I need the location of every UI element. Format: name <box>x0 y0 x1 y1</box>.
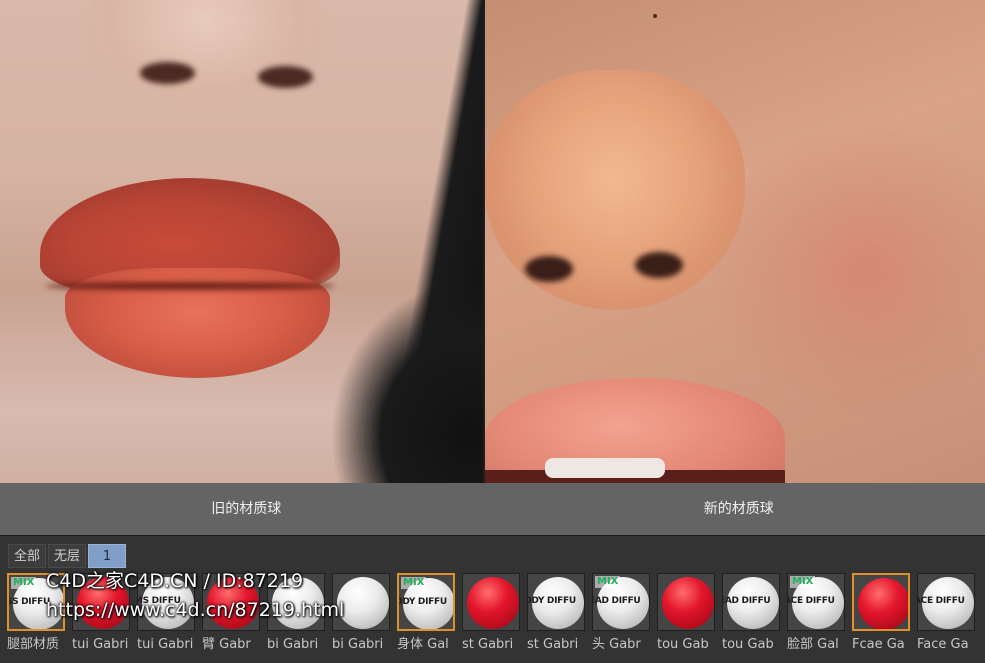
render-nostril <box>258 66 313 88</box>
render-cheek <box>705 120 985 420</box>
caption-old-material: 旧的材质球 <box>211 501 282 517</box>
comparison-renders <box>0 0 985 483</box>
material-list: GS DIFFU MIX 腿部材质 tui Gabri MS DIFFU tui Gabr… <box>7 573 975 657</box>
material-sphere <box>337 577 389 629</box>
material-preview[interactable] <box>267 573 325 631</box>
material-item[interactable]: MS DIFFU tui Gabri <box>137 573 195 657</box>
material-preview[interactable] <box>202 573 260 631</box>
material-item[interactable]: ACE DIFFU Face Ga <box>917 573 975 657</box>
render-nostril <box>635 252 683 278</box>
material-preview[interactable] <box>332 573 390 631</box>
material-preview[interactable]: ODY DIFFU <box>527 573 585 631</box>
texture-text: ACE DIFFU <box>917 596 965 606</box>
old-material-render <box>0 0 483 483</box>
material-sphere <box>207 577 259 629</box>
material-item[interactable]: st Gabri <box>462 573 520 657</box>
material-preview[interactable] <box>72 573 130 631</box>
texture-text: ODY DIFFU <box>397 597 447 607</box>
material-label: bi Gabri <box>267 637 319 652</box>
material-label: tou Gab <box>657 637 709 652</box>
material-preview[interactable]: GS DIFFU MIX <box>7 573 65 631</box>
material-preview[interactable]: ODY DIFFU MIX <box>397 573 455 631</box>
material-item[interactable]: EAD DIFFU tou Gab <box>722 573 780 657</box>
material-item[interactable]: ODY DIFFU st Gabri <box>527 573 585 657</box>
material-item[interactable]: GS DIFFU MIX 腿部材质 <box>7 573 65 657</box>
material-preview[interactable] <box>657 573 715 631</box>
material-label: 腿部材质 <box>7 637 60 652</box>
material-item[interactable]: tui Gabri <box>72 573 130 657</box>
material-label: st Gabri <box>527 637 579 652</box>
material-label: tou Gab <box>722 637 774 652</box>
mix-badge: MIX <box>401 577 427 589</box>
render-hair <box>330 280 483 483</box>
layer-tab-1[interactable]: 1 <box>88 544 127 568</box>
caption-band: 旧的材质球 新的材质球 <box>0 483 985 535</box>
layer-tab-no-layer[interactable]: 无层 <box>48 544 87 568</box>
material-label: Fcae Ga <box>852 637 905 652</box>
texture-text: ODY DIFFU <box>527 596 576 606</box>
material-label: st Gabri <box>462 637 514 652</box>
texture-text: EAD DIFFU <box>592 596 641 606</box>
material-sphere <box>272 577 324 629</box>
texture-text: GS DIFFU <box>7 597 51 607</box>
material-label: 身体 Gal <box>397 637 449 652</box>
material-label: 脸部 Gal <box>787 637 839 652</box>
render-lip-line <box>45 282 335 290</box>
material-item[interactable]: ACE DIFFU MIX 脸部 Gal <box>787 573 845 657</box>
material-label: tui Gabri <box>72 637 129 652</box>
caption-new-material: 新的材质球 <box>703 501 774 517</box>
texture-text: EAD DIFFU <box>722 596 771 606</box>
texture-text: ACE DIFFU <box>787 596 835 606</box>
mix-badge: MIX <box>595 576 621 588</box>
material-preview[interactable] <box>852 573 910 631</box>
new-material-render <box>485 0 985 483</box>
layer-tabs: 全部 无层 1 <box>8 544 127 568</box>
render-nostril <box>525 256 573 282</box>
material-preview[interactable] <box>462 573 520 631</box>
material-item[interactable]: EAD DIFFU MIX 头 Gabr <box>592 573 650 657</box>
render-nose <box>485 70 745 310</box>
layer-tab-all[interactable]: 全部 <box>8 544 47 568</box>
material-label: tui Gabri <box>137 637 194 652</box>
material-sphere <box>77 577 129 629</box>
material-item[interactable]: ODY DIFFU MIX 身体 Gal <box>397 573 455 657</box>
material-sphere <box>662 577 714 629</box>
material-preview[interactable]: EAD DIFFU <box>722 573 780 631</box>
material-item[interactable]: Fcae Ga <box>852 573 910 657</box>
material-item[interactable]: 臂 Gabr <box>202 573 260 657</box>
material-item[interactable]: bi Gabri <box>332 573 390 657</box>
render-mole <box>653 14 657 18</box>
material-label: bi Gabri <box>332 637 384 652</box>
material-preview[interactable]: ACE DIFFU <box>917 573 975 631</box>
material-label: 臂 Gabr <box>202 637 251 652</box>
material-sphere <box>858 578 908 629</box>
material-item[interactable]: bi Gabri <box>267 573 325 657</box>
render-teeth <box>545 458 665 478</box>
material-preview[interactable]: MS DIFFU <box>137 573 195 631</box>
material-item[interactable]: tou Gab <box>657 573 715 657</box>
render-nose <box>80 0 330 110</box>
texture-text: MS DIFFU <box>137 596 181 606</box>
material-preview[interactable]: EAD DIFFU MIX <box>592 573 650 631</box>
material-label: 头 Gabr <box>592 637 641 652</box>
material-sphere <box>467 577 519 629</box>
mix-badge: MIX <box>790 576 816 588</box>
render-nostril <box>140 62 195 84</box>
material-manager: 全部 无层 1 GS DIFFU MIX 腿部材质 tui Gabri MS DIFFU… <box>0 535 985 663</box>
material-label: Face Ga <box>917 637 969 652</box>
material-preview[interactable]: ACE DIFFU MIX <box>787 573 845 631</box>
mix-badge: MIX <box>11 577 37 589</box>
